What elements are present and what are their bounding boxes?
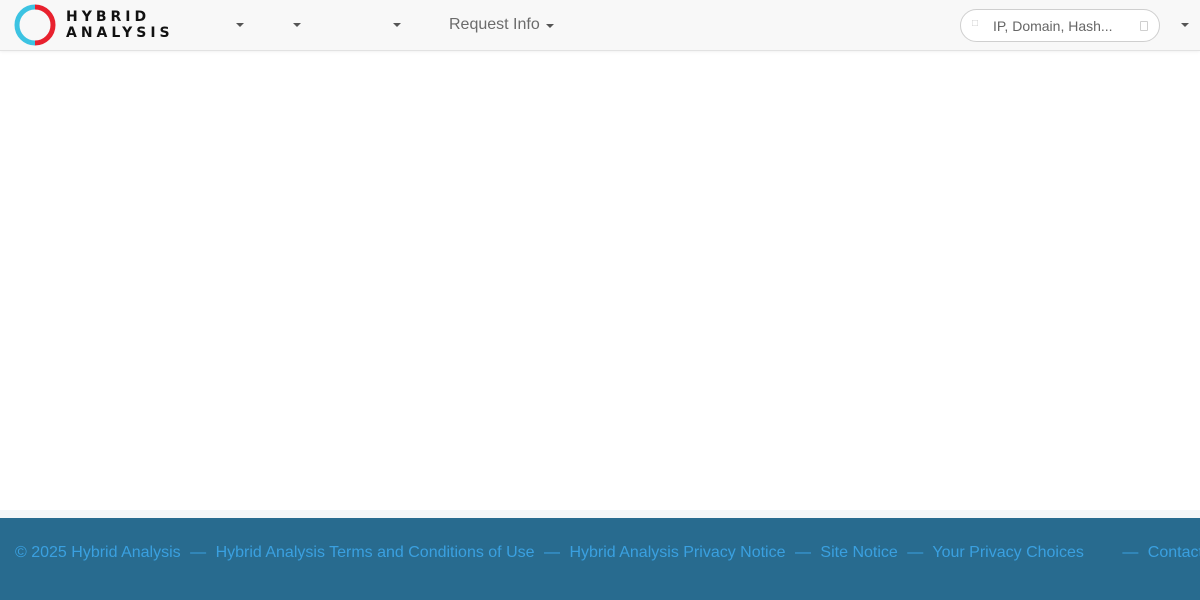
chevron-down-icon [545, 24, 554, 28]
nav-dropdown-3-chevron-down-icon[interactable] [393, 23, 401, 27]
nav-request-info-label: Request Info [449, 16, 540, 33]
footer-separator: — [794, 544, 811, 561]
search-box: □ [960, 9, 1160, 42]
page-footer: © 2025 Hybrid Analysis — Hybrid Analysis… [0, 510, 1200, 600]
logo-wordmark: HYBRID ANALYSIS [66, 9, 174, 41]
footer-privacy-choices-link[interactable]: Your Privacy Choices [932, 544, 1083, 561]
hybrid-analysis-logo[interactable]: HYBRID ANALYSIS [14, 4, 174, 46]
footer-terms-link[interactable]: Hybrid Analysis Terms and Conditions of … [216, 544, 535, 561]
nav-dropdown-2-chevron-down-icon[interactable] [293, 23, 301, 27]
footer-site-notice-link[interactable]: Site Notice [820, 544, 897, 561]
search-options-icon[interactable] [1140, 21, 1148, 31]
search-input[interactable] [993, 16, 1128, 36]
footer-separator: — [907, 544, 924, 561]
footer-contact-link[interactable]: Contact Us [1148, 544, 1200, 561]
footer-separator: — [543, 544, 560, 561]
footer-separator: — [190, 544, 207, 561]
top-navbar: HYBRID ANALYSIS Request Info □ [0, 0, 1200, 51]
user-menu-chevron-down-icon[interactable] [1181, 23, 1189, 27]
footer-links: © 2025 Hybrid Analysis — Hybrid Analysis… [15, 544, 1200, 562]
footer-copyright: © 2025 Hybrid Analysis [15, 544, 181, 561]
logo-line-1: HYBRID [66, 9, 151, 25]
nav-dropdown-1-chevron-down-icon[interactable] [236, 23, 244, 27]
footer-privacy-link[interactable]: Hybrid Analysis Privacy Notice [569, 544, 785, 561]
nav-request-info[interactable]: Request Info [449, 14, 554, 36]
logo-line-2: ANALYSIS [66, 25, 174, 41]
search-icon: □ [972, 18, 979, 29]
logo-ring-icon [14, 4, 56, 46]
footer-separator: — [1122, 544, 1139, 561]
